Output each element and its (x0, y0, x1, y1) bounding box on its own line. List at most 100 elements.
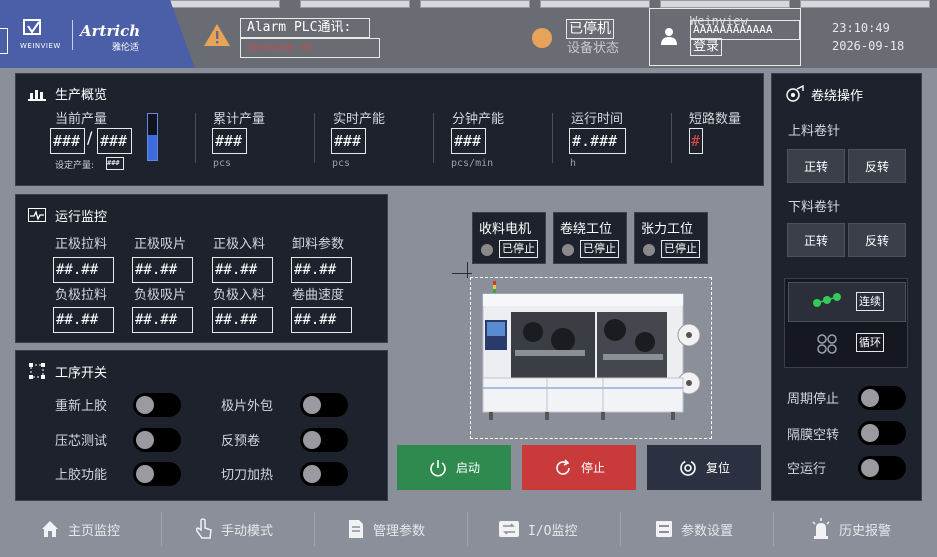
process-toggle[interactable] (133, 462, 181, 486)
current-output-value[interactable]: ### (50, 128, 85, 154)
metric-value[interactable]: #.### (569, 128, 626, 154)
process-switch-label: 上胶功能 (55, 468, 108, 483)
metric-label: 运行时间 (571, 112, 624, 127)
process-toggle[interactable] (300, 462, 348, 486)
nav-separator (161, 512, 162, 546)
monitor-value[interactable]: ##.## (291, 257, 352, 283)
process-switch-label: 切刀加热 (221, 468, 274, 483)
monitor-label: 卸料参数 (292, 237, 345, 252)
monitor-value[interactable]: ##.## (291, 307, 352, 333)
cycle-stop-toggle[interactable] (858, 386, 906, 410)
monitor-value[interactable]: ##.## (132, 307, 193, 333)
station-state: 已停止 (580, 240, 619, 258)
process-toggle[interactable] (300, 428, 348, 452)
refresh-icon (556, 458, 570, 475)
monitor-label: 正极拉料 (55, 237, 108, 252)
nav-label: 参数设置 (681, 523, 734, 539)
current-output-label: 当前产量 (55, 112, 108, 127)
monitor-value[interactable]: ##.## (53, 307, 114, 333)
machine-status-caption: 设备状态 (567, 41, 620, 56)
process-switch-label: 反预卷 (221, 434, 261, 449)
login-button[interactable]: 登录 (690, 38, 723, 56)
start-button-label: 启动 (455, 461, 480, 475)
station-card: 收料电机 已停止 (472, 212, 546, 264)
upper-forward-button[interactable]: 正转 (787, 149, 845, 183)
station-state: 已停止 (661, 240, 700, 258)
io-icon (499, 521, 519, 537)
monitor-label: 负极吸片 (134, 288, 187, 303)
reset-icon (680, 459, 696, 476)
machine-status: 已停机 (566, 19, 614, 39)
reset-button[interactable]: 复位 (647, 445, 761, 490)
nav-separator (620, 512, 621, 546)
stop-button[interactable]: 停止 (522, 445, 636, 490)
ghost-tab (420, 0, 530, 8)
home-icon (42, 521, 58, 537)
mode-continuous-button[interactable] (788, 282, 906, 322)
target-output-value[interactable]: ### (97, 128, 132, 154)
metric-label: 累计产量 (213, 112, 266, 127)
station-indicator (562, 244, 574, 256)
nav-settings[interactable]: 参数设置 (655, 513, 733, 545)
start-button[interactable]: 启动 (397, 445, 511, 490)
ghost-tab (300, 0, 410, 8)
lower-reverse-button[interactable]: 反转 (848, 223, 906, 257)
set-output-value[interactable]: ### (106, 157, 124, 170)
metric-divider (433, 113, 434, 163)
alarm-message[interactable]: nnnnnnn nn (240, 38, 380, 58)
metric-divider (314, 113, 315, 163)
nav-manual[interactable]: 手动模式 (195, 513, 273, 545)
ghost-tab (660, 0, 790, 8)
nav-label: 管理参数 (373, 523, 426, 539)
nav-management[interactable]: 管理参数 (347, 513, 425, 545)
weinview-logo-text: WEINVIEW (20, 42, 61, 50)
mode-cycle-button[interactable]: 循环 (856, 333, 884, 352)
nav-label: 手动模式 (221, 523, 274, 539)
chart-icon (28, 86, 46, 105)
monitor-label: 负极拉料 (55, 288, 108, 303)
nav-alarm-history[interactable]: 历史报警 (811, 513, 891, 545)
alarm-icon (812, 518, 830, 539)
ghost-tab (170, 0, 280, 8)
monitor-label: 负极入料 (213, 288, 266, 303)
monitor-value[interactable]: ##.## (212, 257, 273, 283)
winding-toggle-label: 空运行 (787, 462, 827, 477)
lower-forward-button[interactable]: 正转 (787, 223, 845, 257)
winding-icon (785, 84, 805, 107)
nav-io[interactable]: I/O监控 (498, 513, 577, 545)
metric-value[interactable]: ### (451, 128, 486, 154)
monitor-label: 正极入料 (213, 237, 266, 252)
heartbeat-icon (28, 207, 46, 226)
lower-needle-label: 下料卷针 (788, 200, 841, 215)
process-switch-label: 极片外包 (221, 399, 274, 414)
bottom-nav (0, 509, 937, 557)
station-indicator (481, 244, 493, 256)
dry-run-toggle[interactable] (858, 456, 906, 480)
monitor-value[interactable]: ##.## (212, 307, 273, 333)
station-title: 张力工位 (641, 222, 694, 237)
production-title: 生产概览 (55, 88, 108, 103)
nav-label: 主页监控 (68, 523, 121, 539)
process-toggle[interactable] (300, 393, 348, 417)
alarm-label: Alarm PLC通讯: (240, 18, 370, 38)
monitor-title: 运行监控 (55, 210, 108, 225)
diaphragm-idle-toggle[interactable] (858, 421, 906, 445)
process-toggle[interactable] (133, 393, 181, 417)
short-circuit-value[interactable]: # (689, 128, 703, 154)
station-title: 卷绕工位 (560, 222, 613, 237)
metric-value[interactable]: ### (331, 128, 366, 154)
upper-reverse-button[interactable]: 反转 (848, 149, 906, 183)
metric-value[interactable]: ### (212, 128, 247, 154)
process-toggle[interactable] (133, 428, 181, 452)
output-progress-bar (147, 113, 158, 161)
metric-divider (552, 113, 553, 163)
station-indicator (643, 244, 655, 256)
metric-unit: h (570, 158, 577, 169)
power-icon (430, 459, 446, 476)
process-icon (28, 362, 46, 384)
user-icon (660, 27, 678, 49)
station-title: 收料电机 (479, 222, 532, 237)
monitor-value[interactable]: ##.## (132, 257, 193, 283)
monitor-value[interactable]: ##.## (53, 257, 114, 283)
nav-home[interactable]: 主页监控 (40, 513, 120, 545)
